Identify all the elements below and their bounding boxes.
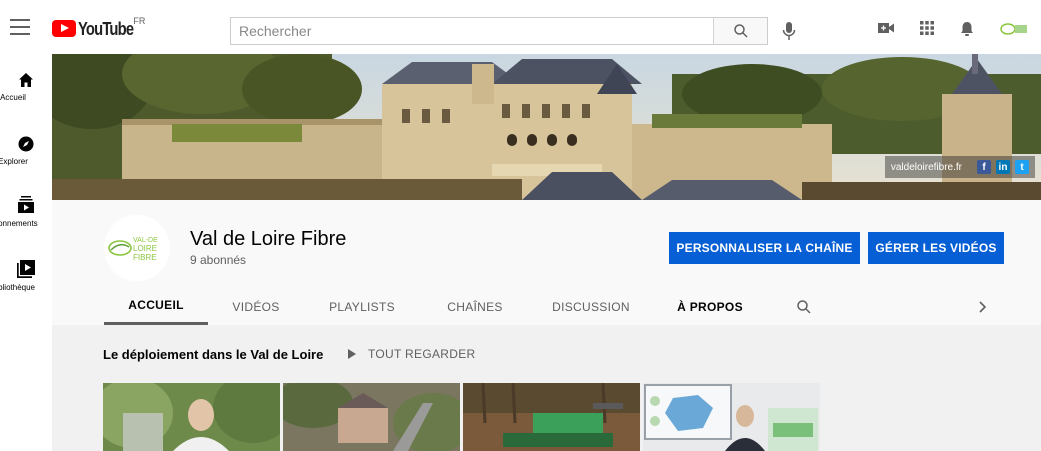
sidebar-item-explore[interactable]: Explorer — [0, 136, 52, 196]
create-video-icon — [878, 23, 894, 33]
channel-search-button[interactable] — [784, 288, 824, 325]
menu-icon[interactable] — [10, 19, 30, 35]
apps-button[interactable] — [920, 21, 934, 35]
search-button[interactable] — [713, 18, 767, 44]
twitter-icon[interactable]: t — [1015, 160, 1029, 174]
video-thumbnail[interactable] — [463, 383, 640, 451]
notifications-icon — [961, 22, 973, 36]
channel-avatar[interactable]: VAL-DE LOIRE FIBRE — [104, 215, 170, 281]
tab-about[interactable]: À PROPOS — [669, 288, 751, 325]
sidebar-item-home[interactable]: Accueil — [0, 72, 52, 132]
video-thumbnail[interactable] — [283, 383, 460, 451]
sidebar-item-label: Explorer — [0, 157, 28, 166]
tabs-scroll-right-button[interactable] — [962, 288, 1002, 325]
linkedin-icon[interactable]: in — [996, 160, 1010, 174]
account-icon — [1000, 23, 1027, 35]
sidebar-item-label: Abonnements — [0, 219, 38, 228]
library-icon — [17, 260, 35, 278]
thumbnail-image — [463, 383, 640, 451]
video-thumbnail[interactable] — [643, 383, 820, 451]
youtube-logo[interactable]: YouTube FR — [52, 16, 145, 39]
voice-search-button[interactable] — [779, 20, 799, 42]
website-link[interactable]: valdeloirefibre.fr — [891, 162, 962, 173]
youtube-play-icon — [52, 20, 76, 37]
thumbnail-image — [643, 383, 820, 451]
chevron-right-icon — [979, 300, 987, 313]
chateau-banner-image — [52, 54, 1041, 200]
channel-name: Val de Loire Fibre — [190, 228, 347, 250]
play-icon — [348, 349, 356, 359]
customize-channel-button[interactable]: PERSONNALISER LA CHAÎNE — [669, 232, 860, 264]
sidebar-item-library[interactable]: Bibliothèque — [0, 260, 52, 320]
tab-videos[interactable]: VIDÉOS — [214, 288, 298, 325]
home-icon — [19, 73, 33, 87]
sidebar-item-subscriptions[interactable]: Abonnements — [0, 196, 52, 256]
create-button[interactable] — [877, 21, 895, 35]
tab-channels[interactable]: CHAÎNES — [434, 288, 516, 325]
logo-line-2: LOIRE — [133, 244, 157, 253]
shelf-title[interactable]: Le déploiement dans le Val de Loire — [103, 347, 323, 362]
banner-links: valdeloirefibre.fr f in t — [884, 156, 1035, 178]
facebook-icon[interactable]: f — [977, 160, 991, 174]
subscriptions-icon — [18, 196, 34, 213]
manage-videos-button[interactable]: GÉRER LES VIDÉOS — [868, 232, 1004, 264]
logo-line-3: FIBRE — [133, 253, 157, 262]
microphone-icon — [782, 22, 796, 40]
thumbnail-image — [103, 383, 280, 451]
country-code: FR — [133, 16, 146, 26]
logo-text: YouTube — [78, 19, 134, 39]
channel-content: Le déploiement dans le Val de Loire TOUT… — [52, 325, 1041, 451]
sidebar-item-label: Accueil — [0, 93, 26, 102]
mini-guide: Accueil Explorer Abonnements Bibliothèqu… — [0, 56, 52, 451]
channel-header: VAL-DE LOIRE FIBRE Val de Loire Fibre 9 … — [52, 200, 1041, 325]
val-de-loire-fibre-logo: VAL-DE LOIRE FIBRE — [108, 237, 158, 262]
play-all-button[interactable]: TOUT REGARDER — [348, 347, 475, 361]
logo-line-1: VAL-DE — [133, 237, 158, 244]
search-box — [230, 17, 768, 45]
account-button[interactable] — [1000, 22, 1028, 36]
search-icon — [733, 24, 748, 38]
apps-icon — [920, 21, 934, 35]
channel-banner: valdeloirefibre.fr f in t — [52, 54, 1041, 200]
video-thumbnail[interactable] — [103, 383, 280, 451]
masthead: YouTube FR — [0, 0, 1041, 56]
tab-home[interactable]: ACCUEIL — [104, 288, 208, 325]
compass-icon — [18, 136, 34, 152]
tab-discussion[interactable]: DISCUSSION — [544, 288, 638, 325]
search-icon — [797, 299, 811, 314]
thumbnail-image — [283, 383, 460, 451]
play-all-label: TOUT REGARDER — [368, 347, 476, 361]
sidebar-item-label: Bibliothèque — [0, 283, 36, 292]
tab-playlists[interactable]: PLAYLISTS — [319, 288, 405, 325]
subscriber-count: 9 abonnés — [190, 253, 247, 267]
search-input[interactable] — [231, 18, 713, 44]
notifications-button[interactable] — [960, 21, 974, 37]
channel-tabs: ACCUEIL VIDÉOS PLAYLISTS CHAÎNES DISCUSS… — [104, 288, 1041, 325]
